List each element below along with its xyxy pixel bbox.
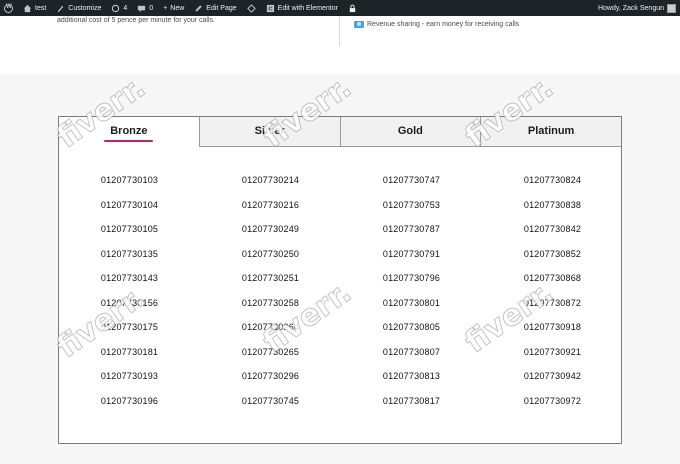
numbers-column-1: 01207730103 01207730104 01207730105 0120… bbox=[59, 147, 200, 419]
phone-number[interactable]: 01207730918 bbox=[524, 321, 581, 346]
numbers-grid: 01207730103 01207730104 01207730105 0120… bbox=[59, 147, 623, 419]
phone-number[interactable]: 01207730296 bbox=[242, 370, 299, 395]
my-account-link[interactable]: Howdy, Zack Sengun bbox=[597, 3, 676, 13]
edit-page-link[interactable]: Edit Page bbox=[194, 4, 237, 13]
wordpress-logo-button[interactable] bbox=[4, 3, 13, 13]
phone-number[interactable]: 01207730787 bbox=[383, 223, 440, 248]
revenue-sharing-label: Revenue sharing - earn money for receivi… bbox=[367, 21, 520, 28]
comment-icon bbox=[138, 5, 146, 12]
active-tab-indicator bbox=[104, 140, 153, 142]
phone-number[interactable]: 01207730747 bbox=[383, 174, 440, 199]
edit-elementor-label: Edit with Elementor bbox=[277, 4, 338, 12]
phone-number[interactable]: 01207730104 bbox=[101, 199, 158, 224]
lock-button[interactable] bbox=[348, 4, 357, 13]
phone-number[interactable]: 01207730196 bbox=[101, 395, 158, 420]
phone-number[interactable]: 01207730842 bbox=[524, 223, 581, 248]
phone-number[interactable]: 01207730250 bbox=[242, 248, 299, 273]
phone-number[interactable]: 01207730805 bbox=[383, 321, 440, 346]
brush-icon bbox=[58, 5, 64, 12]
plus-icon: + bbox=[163, 4, 168, 12]
phone-number[interactable]: 01207730105 bbox=[101, 223, 158, 248]
comments-count: 0 bbox=[149, 4, 154, 12]
new-label: New bbox=[170, 4, 185, 12]
pencil-icon bbox=[196, 4, 202, 11]
phone-number[interactable]: 01207730249 bbox=[242, 223, 299, 248]
phone-number[interactable]: 01207730156 bbox=[101, 297, 158, 322]
elementor-icon bbox=[266, 4, 274, 12]
money-icon bbox=[354, 21, 364, 28]
tab-silver-label: Silver bbox=[254, 124, 285, 137]
phone-number[interactable]: 01207730801 bbox=[383, 297, 440, 322]
home-icon bbox=[23, 4, 32, 12]
phone-number[interactable]: 01207730103 bbox=[101, 174, 158, 199]
comments-link[interactable]: 0 bbox=[137, 4, 153, 13]
phone-number[interactable]: 01207730265 bbox=[242, 346, 299, 371]
phone-number[interactable]: 01207730175 bbox=[101, 321, 158, 346]
diamond-button[interactable] bbox=[246, 3, 256, 13]
phone-number[interactable]: 01207730872 bbox=[524, 297, 581, 322]
numbers-column-4: 01207730824 01207730838 01207730842 0120… bbox=[482, 147, 623, 419]
phone-number[interactable]: 01207730942 bbox=[524, 370, 581, 395]
phone-number[interactable]: 01207730143 bbox=[101, 272, 158, 297]
pricing-note: additional cost of 5 pence per minute fo… bbox=[57, 17, 215, 24]
number-tabs-panel: Bronze Silver Gold Platinum 01207730103 … bbox=[58, 116, 622, 444]
phone-number[interactable]: 01207730868 bbox=[524, 272, 581, 297]
phone-number[interactable]: 01207730813 bbox=[383, 370, 440, 395]
edit-page-label: Edit Page bbox=[206, 4, 237, 12]
phone-number[interactable]: 01207730791 bbox=[383, 248, 440, 273]
tab-bar: Bronze Silver Gold Platinum bbox=[59, 117, 621, 147]
numbers-column-3: 01207730747 01207730753 01207730787 0120… bbox=[341, 147, 482, 419]
tab-bronze[interactable]: Bronze bbox=[59, 117, 199, 147]
wordpress-icon bbox=[4, 3, 13, 13]
phone-number[interactable]: 01207730216 bbox=[242, 199, 299, 224]
phone-number[interactable]: 01207730181 bbox=[101, 346, 158, 371]
upper-content-section: additional cost of 5 pence per minute fo… bbox=[0, 16, 680, 74]
phone-number[interactable]: 01207730753 bbox=[383, 199, 440, 224]
tab-platinum[interactable]: Platinum bbox=[480, 117, 621, 147]
customize-link[interactable]: Customize bbox=[56, 4, 101, 13]
phone-number[interactable]: 01207730264 bbox=[242, 321, 299, 346]
column-divider bbox=[339, 16, 340, 46]
tab-silver[interactable]: Silver bbox=[198, 117, 340, 147]
refresh-icon bbox=[112, 4, 120, 12]
wp-admin-bar: test Customize 4 0 + New Edit Page Edit … bbox=[0, 0, 680, 16]
lock-icon bbox=[349, 4, 356, 12]
tab-gold[interactable]: Gold bbox=[339, 117, 481, 147]
phone-number[interactable]: 01207730852 bbox=[524, 248, 581, 273]
phone-number[interactable]: 01207730135 bbox=[101, 248, 158, 273]
tab-bronze-label: Bronze bbox=[110, 125, 148, 137]
customize-label: Customize bbox=[68, 4, 102, 12]
updates-count: 4 bbox=[123, 4, 128, 12]
numbers-column-2: 01207730214 01207730216 01207730249 0120… bbox=[200, 147, 341, 419]
phone-number[interactable]: 01207730972 bbox=[524, 395, 581, 420]
phone-number[interactable]: 01207730807 bbox=[383, 346, 440, 371]
site-name-label: test bbox=[35, 4, 47, 12]
revenue-sharing-item: Revenue sharing - earn money for receivi… bbox=[354, 21, 519, 28]
avatar bbox=[667, 3, 676, 13]
phone-number[interactable]: 01207730921 bbox=[524, 346, 581, 371]
phone-number[interactable]: 01207730214 bbox=[242, 174, 299, 199]
howdy-label: Howdy, Zack Sengun bbox=[597, 4, 664, 12]
phone-number[interactable]: 01207730258 bbox=[242, 297, 299, 322]
tab-platinum-label: Platinum bbox=[527, 124, 575, 137]
phone-number[interactable]: 01207730193 bbox=[101, 370, 158, 395]
edit-with-elementor-link[interactable]: Edit with Elementor bbox=[266, 4, 338, 13]
phone-number[interactable]: 01207730796 bbox=[383, 272, 440, 297]
phone-number[interactable]: 01207730824 bbox=[524, 174, 581, 199]
new-content-link[interactable]: + New bbox=[163, 5, 184, 12]
updates-link[interactable]: 4 bbox=[111, 4, 127, 13]
phone-number[interactable]: 01207730251 bbox=[242, 272, 299, 297]
phone-number[interactable]: 01207730817 bbox=[383, 395, 440, 420]
phone-number[interactable]: 01207730838 bbox=[524, 199, 581, 224]
phone-number[interactable]: 01207730745 bbox=[242, 395, 299, 420]
tab-gold-label: Gold bbox=[397, 124, 423, 137]
diamond-icon bbox=[246, 3, 256, 13]
site-name-link[interactable]: test bbox=[23, 4, 46, 13]
